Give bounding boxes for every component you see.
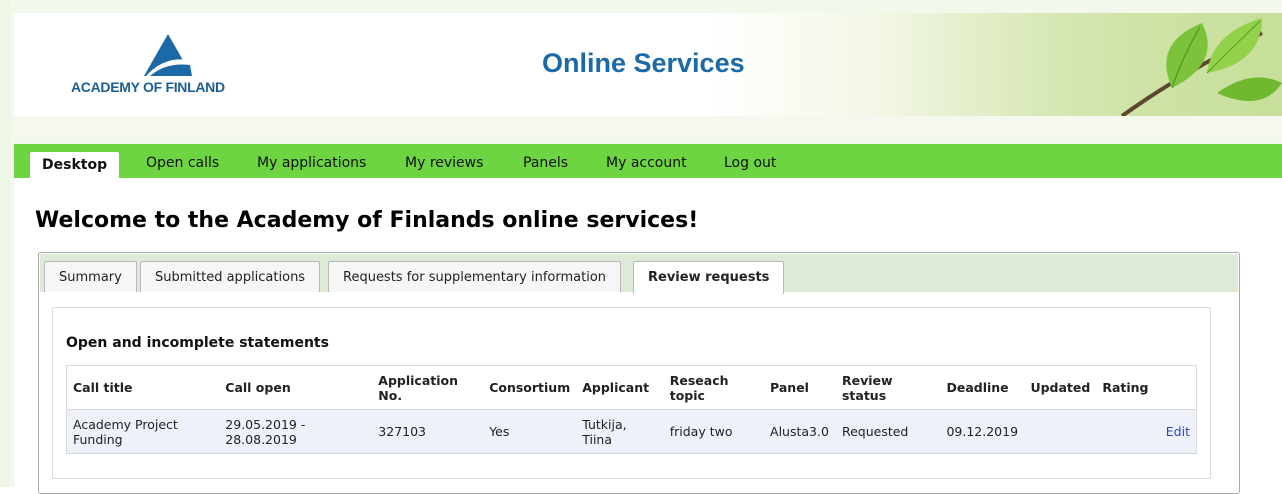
nav-panels[interactable]: Panels xyxy=(523,144,568,178)
tab-summary[interactable]: Summary xyxy=(44,261,137,292)
site-title: Online Services xyxy=(542,48,745,78)
academy-logo-icon xyxy=(144,34,192,76)
cell-consortium: Yes xyxy=(483,409,577,454)
leaf-image xyxy=(1112,13,1282,116)
review-requests-panel: Open and incomplete statements Call titl… xyxy=(52,307,1211,479)
cell-updated xyxy=(1024,409,1097,454)
col-deadline[interactable]: Deadline xyxy=(940,365,1025,410)
cell-rating: Edit xyxy=(1096,409,1197,454)
logo-text: ACADEMY OF FINLAND xyxy=(71,79,225,95)
col-call-open[interactable]: Call open xyxy=(219,365,373,410)
tab-supplementary-requests[interactable]: Requests for supplementary information xyxy=(328,261,622,292)
cell-call-open: 29.05.2019 - 28.08.2019 xyxy=(219,409,373,454)
tabs-container: Summary Submitted applications Requests … xyxy=(38,252,1240,494)
logo[interactable]: ACADEMY OF FINLAND xyxy=(14,13,304,116)
nav-my-reviews[interactable]: My reviews xyxy=(405,144,483,178)
cell-research-topic: friday two xyxy=(663,409,765,454)
main-nav: Desktop Open calls My applications My re… xyxy=(14,144,1282,178)
tab-submitted-applications[interactable]: Submitted applications xyxy=(140,261,321,292)
statements-table: Call title Call open Application No. Con… xyxy=(66,365,1197,454)
col-research-topic[interactable]: Reseach topic xyxy=(663,365,765,410)
nav-my-account[interactable]: My account xyxy=(606,144,687,178)
col-updated[interactable]: Updated xyxy=(1024,365,1097,410)
cell-call-title: Academy Project Funding xyxy=(66,409,220,454)
tabs-bar: Summary Submitted applications Requests … xyxy=(40,254,1238,294)
header-band xyxy=(14,116,1282,136)
nav-my-applications[interactable]: My applications xyxy=(257,144,366,178)
main-content: Welcome to the Academy of Finlands onlin… xyxy=(14,178,1282,494)
section-title: Open and incomplete statements xyxy=(66,335,329,351)
col-application-no[interactable]: Application No. xyxy=(372,365,484,410)
site-header: ACADEMY OF FINLAND Online Services xyxy=(14,13,1282,116)
col-applicant[interactable]: Applicant xyxy=(576,365,664,410)
cell-panel: Alusta3.0 xyxy=(764,409,836,454)
col-call-title[interactable]: Call title xyxy=(66,365,220,410)
col-panel[interactable]: Panel xyxy=(764,365,836,410)
col-review-status[interactable]: Review status xyxy=(835,365,941,410)
col-rating[interactable]: Rating xyxy=(1096,365,1197,410)
table-header-row: Call title Call open Application No. Con… xyxy=(66,365,1197,410)
page-title: Welcome to the Academy of Finlands onlin… xyxy=(35,208,699,233)
edit-link[interactable]: Edit xyxy=(1166,424,1190,439)
nav-log-out[interactable]: Log out xyxy=(724,144,776,178)
cell-review-status: Requested xyxy=(835,409,941,454)
col-consortium[interactable]: Consortium xyxy=(483,365,577,410)
nav-open-calls[interactable]: Open calls xyxy=(146,144,219,178)
cell-application-no: 327103 xyxy=(372,409,484,454)
tab-review-requests[interactable]: Review requests xyxy=(633,261,785,294)
nav-desktop[interactable]: Desktop xyxy=(30,152,120,178)
table-row[interactable]: Academy Project Funding 29.05.2019 - 28.… xyxy=(66,409,1197,454)
left-stripe xyxy=(0,0,10,487)
cell-applicant: Tutkija, Tiina xyxy=(576,409,664,454)
cell-deadline: 09.12.2019 xyxy=(940,409,1025,454)
